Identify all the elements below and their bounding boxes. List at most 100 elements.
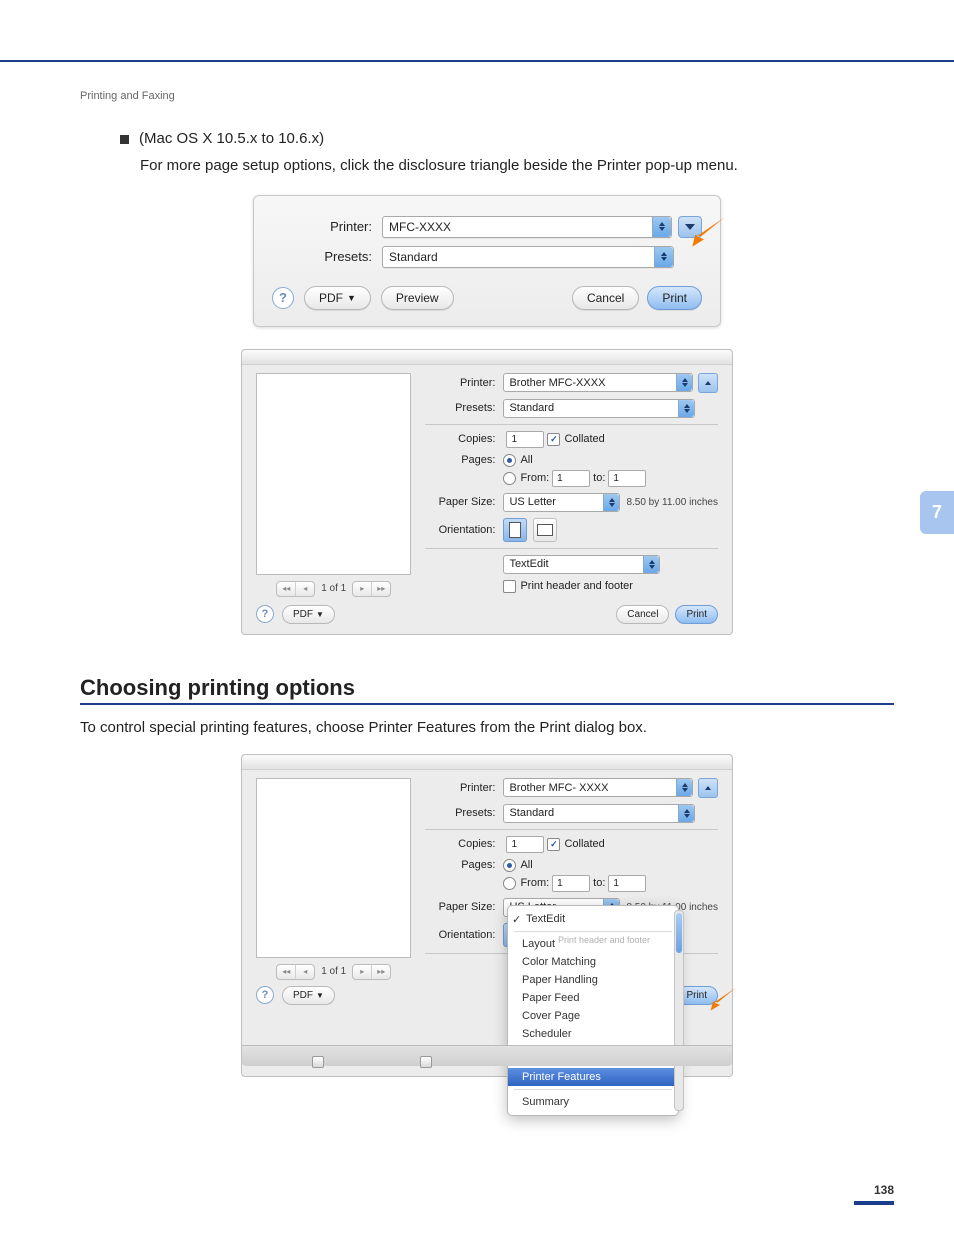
orientation-landscape-button[interactable] [533, 518, 557, 542]
cancel-label: Cancel [587, 291, 624, 305]
pdf-button[interactable]: PDF▼ [282, 986, 335, 1005]
to-label: to: [593, 472, 605, 484]
printer-select[interactable]: Brother MFC-XXXX [503, 373, 693, 392]
stepper-icon [654, 247, 673, 267]
top-rule [0, 60, 954, 62]
nav-fwd-seg[interactable]: ▸▸▸ [352, 964, 391, 980]
menu-separator [514, 1089, 672, 1090]
cancel-button[interactable]: Cancel [572, 286, 639, 310]
orientation-label: Orientation: [425, 929, 503, 941]
pages-label: Pages: [425, 859, 503, 871]
figure-3: ◂◂◂ 1 of 1 ▸▸▸ Printer: Brother MFC- XXX… [80, 754, 894, 1077]
stepper-icon [603, 494, 619, 511]
presets-label: Presets: [425, 807, 503, 819]
print-button[interactable]: Print [675, 605, 718, 624]
section-heading: Choosing printing options [80, 675, 894, 701]
section-menu[interactable]: TextEdit Layout Print header and footer … [507, 905, 679, 1116]
pages-range-radio[interactable] [503, 877, 516, 890]
menu-ghost-hf: Print header and footer [544, 932, 664, 948]
pdf-button[interactable]: PDF▼ [304, 286, 371, 310]
collated-checkbox[interactable]: ✓ [547, 433, 560, 446]
nav-fwd-seg[interactable]: ▸▸▸ [352, 581, 391, 597]
app-section-select[interactable]: TextEdit [503, 555, 660, 574]
nav-prev-icon: ◂ [296, 965, 314, 979]
menu-scrollbar[interactable] [674, 910, 684, 1111]
to-input[interactable]: 1 [608, 875, 646, 892]
help-button[interactable]: ? [272, 287, 294, 309]
header-footer-checkbox[interactable]: ✓ [503, 580, 516, 593]
pages-all-radio[interactable] [503, 859, 516, 872]
preview-button[interactable]: Preview [381, 286, 454, 310]
papersize-select[interactable]: US Letter [503, 493, 620, 512]
window-knob-icon [312, 1056, 324, 1068]
print-button[interactable]: Print [647, 286, 702, 310]
from-input[interactable]: 1 [552, 875, 590, 892]
print-sheet-expanded: ◂◂◂ 1 of 1 ▸▸▸ Printer: Brother MFC-XXXX [241, 349, 733, 635]
cancel-button[interactable]: Cancel [616, 605, 669, 624]
menu-item-printer-features[interactable]: Printer Features [508, 1068, 678, 1086]
disclosure-button[interactable] [678, 216, 702, 238]
content: (Mac OS X 10.5.x to 10.6.x) For more pag… [0, 0, 954, 1077]
pdf-label: PDF [293, 990, 313, 1001]
from-input[interactable]: 1 [552, 470, 590, 487]
papersize-value: US Letter [509, 496, 555, 508]
collated-checkbox[interactable]: ✓ [547, 838, 560, 851]
copies-input[interactable]: 1 [506, 431, 544, 448]
bullet-text: (Mac OS X 10.5.x to 10.6.x) [139, 130, 324, 147]
copies-label: Copies: [425, 433, 503, 445]
orientation-portrait-button[interactable] [503, 518, 527, 542]
pages-all-radio[interactable] [503, 454, 516, 467]
presets-value: Standard [389, 250, 438, 264]
bullet-square-icon [120, 135, 129, 144]
app-section-value: TextEdit [509, 558, 548, 570]
header-footer-label: Print header and footer [520, 580, 633, 592]
preview-label: Preview [396, 291, 439, 305]
page-preview [256, 778, 411, 958]
caret-down-icon: ▼ [316, 991, 324, 1000]
to-input[interactable]: 1 [608, 470, 646, 487]
help-button[interactable]: ? [256, 986, 274, 1004]
nav-first-icon: ◂◂ [277, 582, 296, 596]
nav-prev-icon: ◂ [296, 582, 314, 596]
menu-item-textedit[interactable]: TextEdit [508, 910, 678, 928]
preview-pane: ◂◂◂ 1 of 1 ▸▸▸ [256, 373, 411, 599]
printer-select[interactable]: MFC-XXXX [382, 216, 672, 238]
page-number-rule [854, 1201, 894, 1205]
presets-select[interactable]: Standard [503, 804, 695, 823]
page: Printing and Faxing 7 (Mac OS X 10.5.x t… [0, 0, 954, 1235]
presets-select[interactable]: Standard [503, 399, 695, 418]
nav-first-icon: ◂◂ [277, 965, 296, 979]
nav-back-seg[interactable]: ◂◂◂ [276, 581, 315, 597]
nav-next-icon: ▸ [353, 582, 372, 596]
printer-select[interactable]: Brother MFC- XXXX [503, 778, 693, 797]
pages-range-radio[interactable] [503, 472, 516, 485]
background-window-slice [242, 1045, 732, 1066]
print-label: Print [662, 291, 687, 305]
stepper-icon [676, 779, 692, 796]
menu-item-summary[interactable]: Summary [508, 1093, 678, 1111]
presets-select[interactable]: Standard [382, 246, 674, 268]
disclosure-button[interactable] [698, 778, 718, 798]
print-label: Print [686, 609, 707, 620]
help-button[interactable]: ? [256, 605, 274, 623]
printer-value: Brother MFC-XXXX [509, 377, 605, 389]
menu-item-paper-handling[interactable]: Paper Handling [508, 971, 678, 989]
pdf-button[interactable]: PDF▼ [282, 605, 335, 624]
menu-item-paper-feed[interactable]: Paper Feed [508, 989, 678, 1007]
nav-last-icon: ▸▸ [372, 965, 390, 979]
stepper-icon [678, 400, 694, 417]
sheet-bottom: ? PDF▼ Cancel Print [242, 599, 732, 624]
divider [425, 829, 718, 830]
figure-2: ◂◂◂ 1 of 1 ▸▸▸ Printer: Brother MFC-XXXX [80, 349, 894, 635]
menu-scrollbar-thumb[interactable] [676, 913, 682, 953]
menu-item-cover-page[interactable]: Cover Page [508, 1007, 678, 1025]
disclosure-button[interactable] [698, 373, 718, 393]
menu-item-scheduler[interactable]: Scheduler [508, 1025, 678, 1043]
nav-back-seg[interactable]: ◂◂◂ [276, 964, 315, 980]
copies-input[interactable]: 1 [506, 836, 544, 853]
collated-label: Collated [564, 433, 604, 445]
menu-item-color-matching[interactable]: Color Matching [508, 953, 678, 971]
papersize-label: Paper Size: [425, 901, 503, 913]
sheet-titlebar [242, 755, 732, 770]
figure-1: Printer: MFC-XXXX Presets: Standard [80, 195, 894, 327]
